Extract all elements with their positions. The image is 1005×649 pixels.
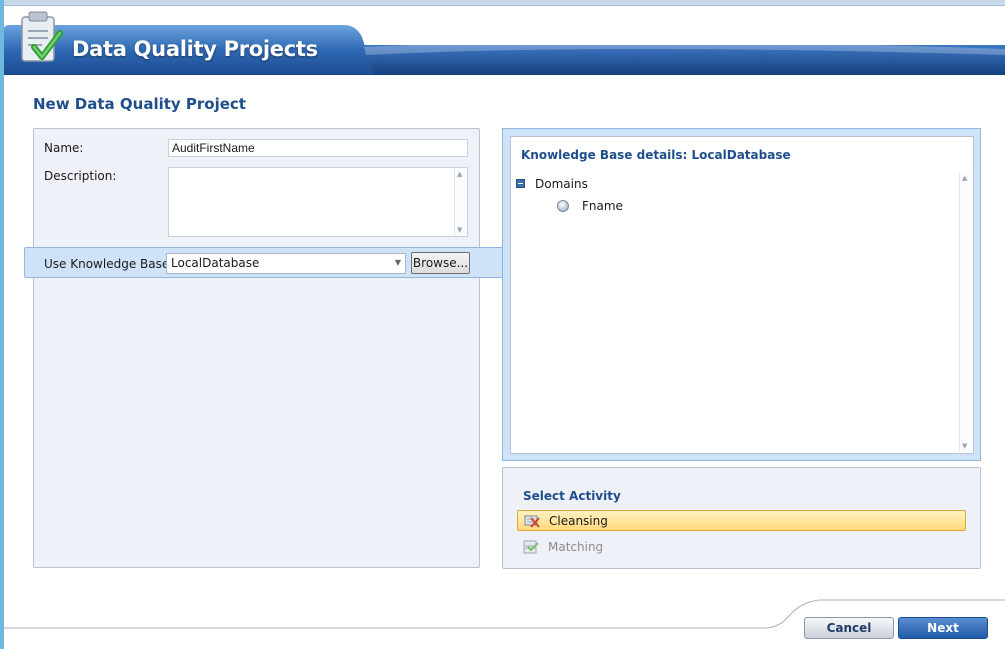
page-title: New Data Quality Project xyxy=(33,95,246,113)
description-scrollbar[interactable]: ▲ ▼ xyxy=(454,168,467,236)
scroll-down-icon[interactable]: ▼ xyxy=(457,226,462,234)
select-activity-title: Select Activity xyxy=(523,489,621,503)
scroll-down-icon[interactable]: ▼ xyxy=(962,442,967,450)
description-label: Description: xyxy=(44,169,117,183)
window-top-strip xyxy=(4,0,1005,6)
tree-node-domains[interactable]: Domains xyxy=(535,177,588,191)
domain-icon xyxy=(557,200,569,212)
knowledge-base-details-title: Knowledge Base details: LocalDatabase xyxy=(521,148,791,162)
activity-label: Matching xyxy=(548,540,604,554)
activity-label: Cleansing xyxy=(549,514,608,528)
cleansing-icon xyxy=(524,515,540,528)
browse-button[interactable]: Browse... xyxy=(411,252,470,274)
tree-node-fname[interactable]: Fname xyxy=(582,199,623,213)
knowledge-base-label: Use Knowledge Base: xyxy=(44,257,174,271)
activity-item-cleansing[interactable]: Cleansing xyxy=(517,510,966,531)
matching-icon xyxy=(523,540,539,554)
activity-item-matching[interactable]: Matching xyxy=(517,537,966,558)
window-left-edge xyxy=(0,0,4,649)
clipboard-check-icon xyxy=(21,11,63,62)
cancel-button[interactable]: Cancel xyxy=(804,617,894,639)
header-banner: Data Quality Projects xyxy=(4,11,1005,75)
next-button[interactable]: Next xyxy=(898,617,988,639)
description-textarea[interactable]: ▲ ▼ xyxy=(168,167,468,237)
scroll-up-icon[interactable]: ▲ xyxy=(457,170,462,178)
scroll-up-icon[interactable]: ▲ xyxy=(962,174,967,182)
name-input[interactable] xyxy=(168,139,468,157)
header-title: Data Quality Projects xyxy=(72,37,318,61)
name-label: Name: xyxy=(44,141,84,155)
knowledge-base-select[interactable]: LocalDatabase ▼ xyxy=(166,253,406,274)
tree-scrollbar[interactable]: ▲ ▼ xyxy=(959,172,972,452)
dropdown-arrow-icon[interactable]: ▼ xyxy=(395,258,401,267)
collapse-icon[interactable] xyxy=(516,179,525,188)
knowledge-base-value: LocalDatabase xyxy=(171,256,260,270)
